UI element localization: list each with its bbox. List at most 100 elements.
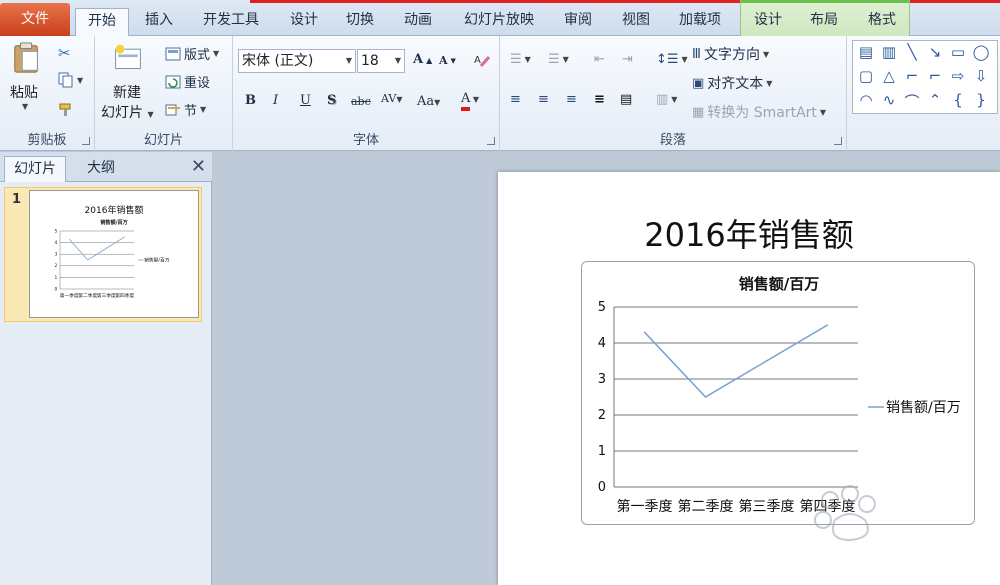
align-center-icon[interactable]: ≡ [538, 92, 549, 107]
paragraph-group-label: 段落 [659, 133, 686, 148]
tab-design[interactable]: 设计 [280, 8, 328, 36]
oval-shape-icon[interactable]: ◯ [970, 43, 992, 61]
rectangle-shape-icon[interactable]: ▭ [947, 43, 969, 61]
numbering-icon[interactable]: ☰ ▼ [548, 52, 569, 67]
reset-button[interactable]: 重设 [165, 72, 210, 91]
paste-button[interactable]: 粘贴 ▼ [6, 42, 50, 122]
chart-title: 销售额/百万 [100, 219, 127, 226]
arrow-line-shape-icon[interactable]: ↘ [924, 43, 946, 61]
grow-font-icon[interactable]: A ▲ [413, 52, 432, 67]
tab-developer[interactable]: 开发工具 [192, 8, 270, 36]
character-spacing-icon[interactable]: AV▼ [381, 92, 403, 105]
tab-slideshow[interactable]: 幻灯片放映 [452, 8, 546, 36]
format-painter-button[interactable] [58, 102, 74, 118]
elbow-arrow-connector-shape-icon[interactable]: ⌐ [924, 67, 946, 85]
tab-addins[interactable]: 加载项 [668, 8, 732, 36]
tab-outline-pane[interactable]: 大纲 [70, 156, 132, 182]
align-text-icon: ▣ [692, 75, 705, 91]
slide-thumbnail-item[interactable]: 1 2016年销售额 销售额/百万 0 1 2 3 4 5 第一季度 第二季度 第三季度 第四季度 销售… [4, 187, 202, 322]
distributed-icon[interactable]: ▤ [620, 92, 632, 107]
paste-dropdown-arrow[interactable]: ▼ [22, 102, 28, 111]
y-tick-label: 4 [598, 336, 606, 351]
y-tick-label: 2 [54, 263, 57, 269]
data-point [765, 360, 768, 362]
section-button[interactable]: 节 ▼ [165, 100, 206, 119]
layout-button[interactable]: 版式 ▼ [165, 44, 219, 63]
tab-chart-format[interactable]: 格式 [856, 8, 908, 36]
bold-icon[interactable]: B [245, 93, 256, 108]
slide-title[interactable]: 2016年销售额 [498, 210, 1000, 256]
slides-group-label: 幻灯片 [143, 133, 183, 148]
shapes-gallery[interactable]: ▤ ▥ ╲ ↘ ▭ ◯ ▢ △ ⌐ ⌐ ⇨ ⇩ ◠ ∿ ⌒ ⌃ { } [852, 40, 998, 114]
down-arrow-shape-icon[interactable]: ⇩ [970, 67, 992, 85]
font-name-combo[interactable]: 宋体 (正文) ▼ [238, 49, 356, 73]
tab-insert[interactable]: 插入 [135, 8, 183, 36]
copy-icon [58, 72, 73, 88]
right-brace-shape-icon[interactable]: } [970, 91, 992, 109]
section-label: 节 [184, 104, 198, 119]
left-brace-shape-icon[interactable]: { [947, 91, 969, 109]
align-text-button[interactable]: ▣ 对齐文本 ▼ [692, 73, 772, 93]
tab-slides-pane[interactable]: 幻灯片 [4, 156, 66, 182]
x-tick-label: 第三季度 [97, 292, 116, 299]
right-arrow-shape-icon[interactable]: ⇨ [947, 67, 969, 85]
columns-icon[interactable]: ▥ ▼ [656, 92, 677, 107]
new-slide-button[interactable]: 新建 幻灯片 ▼ [99, 42, 161, 124]
elbow-connector-shape-icon[interactable]: ⌐ [901, 67, 923, 85]
tab-chart-layout[interactable]: 布局 [800, 8, 848, 36]
italic-icon[interactable]: I [273, 93, 278, 108]
freeform-shape-icon[interactable]: ◠ [855, 91, 877, 109]
text-direction-button[interactable]: Ⅲ 文字方向 ▼ [692, 44, 769, 64]
cut-icon[interactable]: ✂ [58, 44, 71, 62]
y-tick-label: 1 [54, 275, 57, 281]
legend-label: 销售额/百万 [886, 400, 961, 416]
align-right-icon[interactable]: ≡ [566, 92, 577, 107]
shrink-font-icon[interactable]: A ▼ [439, 54, 456, 67]
bullets-icon[interactable]: ☰ ▼ [510, 52, 531, 67]
y-tick-label: 5 [54, 228, 57, 234]
tab-home[interactable]: 开始 [75, 8, 129, 36]
data-point [704, 396, 707, 398]
triangle-shape-icon[interactable]: △ [878, 67, 900, 85]
increase-indent-icon[interactable]: ⇥ [622, 52, 633, 67]
y-tick-label: 3 [54, 252, 57, 258]
decrease-indent-icon[interactable]: ⇤ [594, 52, 605, 67]
font-group-label: 字体 [352, 133, 379, 148]
clipboard-icon [14, 42, 38, 73]
paragraph-dialog-launcher[interactable] [834, 137, 842, 145]
tab-animations[interactable]: 动画 [394, 8, 442, 36]
ribbon-tab-bar: 文件 开始 插入 开发工具 设计 切换 动画 幻灯片放映 审阅 视图 加载项 设… [0, 0, 1000, 36]
tab-chart-design[interactable]: 设计 [744, 8, 792, 36]
font-size-combo[interactable]: 18 ▼ [357, 49, 405, 73]
change-case-icon[interactable]: Aa▼ [417, 94, 440, 109]
arc-shape-icon[interactable]: ⌒ [901, 91, 923, 112]
close-icon[interactable]: ✕ [191, 156, 206, 177]
font-dialog-launcher[interactable] [487, 137, 495, 145]
tab-review[interactable]: 审阅 [554, 8, 602, 36]
copy-button[interactable]: ▼ [58, 72, 83, 88]
line-shape-icon[interactable]: ╲ [901, 43, 923, 61]
clipboard-dialog-launcher[interactable] [82, 137, 90, 145]
tab-view[interactable]: 视图 [612, 8, 660, 36]
rounded-rectangle-shape-icon[interactable]: ▢ [855, 67, 877, 85]
align-left-icon[interactable]: ≡ [510, 92, 521, 107]
slide-thumbnail[interactable]: 2016年销售额 销售额/百万 0 1 2 3 4 5 第一季度 第二季度 第三季度 第四季度 销售额/… [29, 190, 199, 318]
data-point [826, 324, 829, 326]
convert-smartart-button[interactable]: ▦ 转换为 SmartArt ▼ [692, 102, 826, 122]
format-painter-icon [59, 103, 71, 116]
curve-shape-icon[interactable]: ⌃ [924, 91, 946, 109]
justify-icon[interactable]: ≡ [594, 92, 605, 107]
tab-transitions[interactable]: 切换 [336, 8, 384, 36]
y-tick-label: 0 [54, 286, 57, 292]
line-spacing-icon[interactable]: ↕☰ ▼ [656, 52, 688, 67]
font-color-icon[interactable]: A ▼ [461, 91, 479, 111]
text-box-shape-icon[interactable]: ▤ [855, 43, 877, 61]
underline-icon[interactable]: U [300, 93, 311, 108]
scribble-shape-icon[interactable]: ∿ [878, 91, 900, 109]
vertical-text-box-shape-icon[interactable]: ▥ [878, 43, 900, 61]
strikethrough-icon[interactable]: abc [351, 95, 371, 108]
clear-formatting-icon[interactable]: A [473, 52, 491, 68]
font-group: 宋体 (正文) ▼ 18 ▼ A ▲ A ▼ A B I U S abc AV▼ Aa▼… [233, 36, 500, 151]
tab-file[interactable]: 文件 [0, 3, 70, 36]
text-shadow-icon[interactable]: S [327, 93, 336, 108]
